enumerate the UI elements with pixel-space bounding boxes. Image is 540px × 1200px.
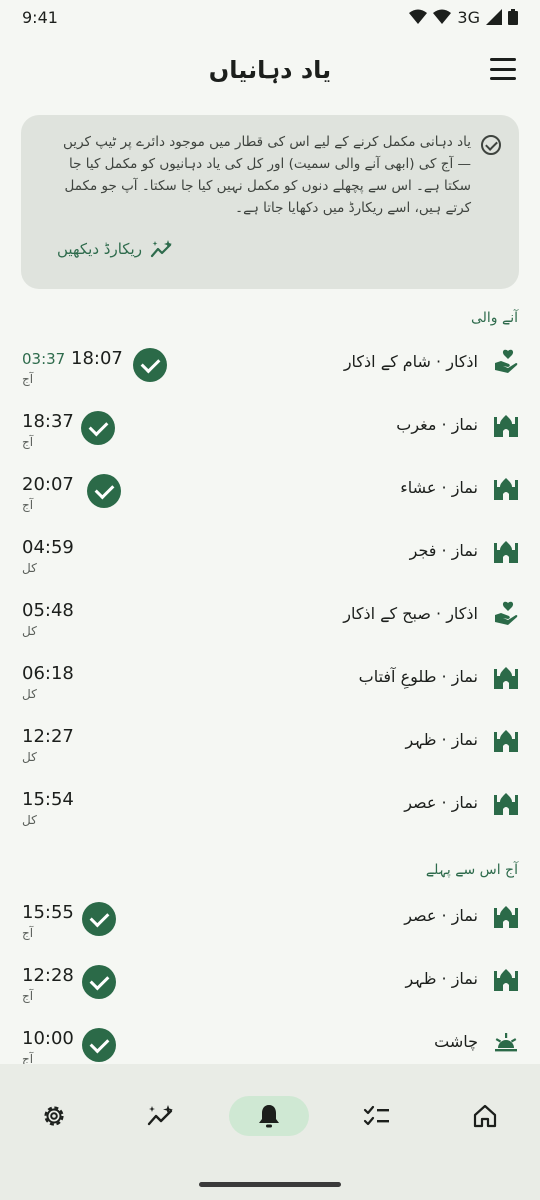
reminder-time: 05:48 [22, 600, 74, 621]
status-time: 9:41 [22, 7, 58, 27]
nav-tasks[interactable] [337, 1096, 417, 1136]
mosque-icon [492, 411, 520, 439]
reminder-time: 18:07 [71, 348, 123, 369]
reminder-label: نماز · فجر [409, 541, 478, 560]
completed-check-icon[interactable] [81, 411, 115, 445]
app-bar: یاد دہانیاں [0, 40, 540, 100]
reminder-time: 18:37 [22, 411, 74, 432]
bottom-navigation [0, 1064, 540, 1200]
sunrise-icon [492, 1028, 520, 1056]
reminder-row[interactable]: 12:28 آج نماز · ظہر [0, 965, 540, 1025]
reminder-label: نماز · عصر [404, 793, 478, 812]
reminder-day: کل [22, 813, 37, 827]
section-earlier: آج اس سے پہلے [425, 862, 518, 878]
reminder-time: 12:28 [22, 965, 74, 986]
home-icon [473, 1104, 497, 1128]
reminder-day: آج [22, 926, 34, 940]
wifi-icon [433, 9, 452, 24]
reminder-row[interactable]: 12:27 کل نماز · ظہر [0, 726, 540, 786]
reminder-row[interactable]: 04:59 کل نماز · فجر [0, 537, 540, 597]
reminder-day: کل [22, 561, 37, 575]
reminder-row[interactable]: 15:55 آج نماز · عصر [0, 902, 540, 962]
signal-icon [486, 9, 502, 25]
reminder-label: نماز · ظہر [405, 730, 479, 749]
original-time: 03:37 [22, 350, 66, 368]
page-title: یاد دہانیاں [208, 56, 332, 84]
hamburger-menu-icon[interactable] [490, 58, 516, 80]
sparkle-chart-icon [147, 1105, 173, 1126]
gear-icon [44, 1106, 64, 1126]
reminder-label: اذکار · شام کے اذکار [343, 352, 478, 371]
reminder-label: نماز · ظہر [405, 969, 479, 988]
info-text: یاد دہانی مکمل کرنے کے لیے اس کی قطار می… [63, 134, 471, 216]
dhikr-hand-heart-icon [492, 600, 520, 628]
status-icons: 3G [409, 8, 518, 27]
reminder-label: نماز · عصر [404, 906, 478, 925]
reminder-time: 10:00 [22, 1028, 74, 1049]
reminder-row[interactable]: 18:37 آج نماز · مغرب [0, 411, 540, 471]
reminder-time: 12:27 [22, 726, 74, 747]
reminder-time: 15:54 [22, 789, 74, 810]
reminder-time: 15:55 [22, 902, 74, 923]
reminder-day: آج [22, 435, 34, 449]
completed-check-icon[interactable] [87, 474, 121, 508]
completed-check-icon[interactable] [82, 902, 116, 936]
reminder-label: نماز · مغرب [396, 415, 478, 434]
reminder-day: کل [22, 624, 37, 638]
reminder-time: 06:18 [22, 663, 74, 684]
reminder-row[interactable]: 03:37 18:07 آج اذکار · شام کے اذکار [0, 348, 540, 408]
reminder-time: 04:59 [22, 537, 74, 558]
reminder-label: اذکار · صبح کے اذکار [343, 604, 478, 623]
network-type: 3G [457, 7, 480, 27]
dhikr-hand-heart-icon [492, 348, 520, 376]
completed-check-icon[interactable] [82, 1028, 116, 1062]
reminder-day: آج [22, 498, 34, 512]
wifi-icon [409, 9, 428, 24]
nav-settings[interactable] [14, 1096, 94, 1136]
mosque-icon [492, 965, 520, 993]
check-circle-icon [481, 135, 501, 155]
mosque-icon [492, 789, 520, 817]
reminder-label: نماز · طلوعِ آفتاب [358, 667, 478, 686]
nav-records[interactable] [121, 1096, 201, 1136]
reminder-day: کل [22, 687, 37, 701]
mosque-icon [492, 726, 520, 754]
mosque-icon [492, 474, 520, 502]
mosque-icon [492, 663, 520, 691]
status-bar: 9:41 3G [0, 0, 540, 34]
completed-check-icon[interactable] [82, 965, 116, 999]
mosque-icon [492, 902, 520, 930]
reminder-day: آج [22, 372, 34, 386]
reminder-day: کل [22, 750, 37, 764]
section-upcoming: آنے والی [470, 310, 518, 326]
gesture-bar[interactable] [199, 1182, 341, 1187]
info-card: یاد دہانی مکمل کرنے کے لیے اس کی قطار می… [21, 115, 519, 289]
nav-reminders[interactable] [229, 1096, 309, 1136]
mosque-icon [492, 537, 520, 565]
reminder-row[interactable]: 20:07 آج نماز · عشاء [0, 474, 540, 534]
reminder-day: آج [22, 989, 34, 1003]
sparkle-chart-icon [150, 240, 172, 258]
reminder-label: چاشت [434, 1032, 478, 1051]
reminder-row[interactable]: 05:48 کل اذکار · صبح کے اذکار [0, 600, 540, 660]
reminder-label: نماز · عشاء [400, 478, 478, 497]
completed-check-icon[interactable] [133, 348, 167, 382]
battery-icon [508, 9, 518, 25]
reminder-row[interactable]: 15:54 کل نماز · عصر [0, 789, 540, 849]
reminder-row[interactable]: 06:18 کل نماز · طلوعِ آفتاب [0, 663, 540, 723]
view-records-link[interactable]: ریکارڈ دیکھیں [57, 239, 174, 259]
nav-home[interactable] [445, 1096, 525, 1136]
bell-icon [259, 1105, 279, 1128]
view-records-label: ریکارڈ دیکھیں [57, 240, 142, 258]
reminder-time: 20:07 [22, 474, 74, 495]
checklist-icon [363, 1105, 389, 1126]
